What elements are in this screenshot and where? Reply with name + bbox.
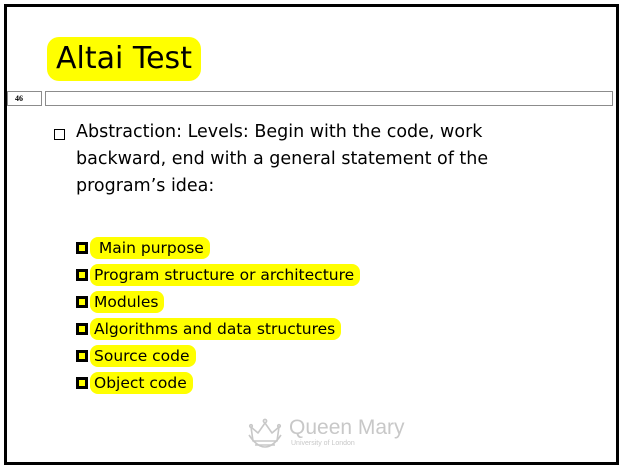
square-bullet-icon (76, 295, 88, 308)
list-item-label: Modules (90, 290, 165, 313)
list-item: Algorithms and data structures (76, 315, 360, 342)
square-bullet-icon (76, 322, 88, 335)
logo-name: Queen Mary (289, 416, 405, 439)
logo-text: Queen Mary University of London (289, 417, 405, 448)
page-number-box (7, 91, 42, 106)
list-item: Main purpose (76, 234, 360, 261)
slide-title: Altai Test (47, 37, 201, 81)
square-bullet-icon (76, 241, 88, 254)
list-item-label: Source code (90, 344, 196, 367)
page-number: 46 (15, 94, 23, 103)
square-bullet-icon (76, 376, 88, 389)
list-item-label: Main purpose (90, 236, 210, 259)
slide: Altai Test 46 Abstraction: Levels: Begin… (4, 4, 619, 465)
list-item-label: Object code (90, 371, 193, 394)
university-logo: Queen Mary University of London (247, 417, 405, 451)
list-item: Source code (76, 342, 360, 369)
main-bullet-icon (54, 129, 65, 140)
main-point: Abstraction: Levels: Begin with the code… (76, 122, 489, 196)
logo-subtitle: University of London (291, 440, 355, 447)
header-rule (45, 91, 613, 106)
list-item-label: Program structure or architecture (90, 263, 361, 286)
list-item: Program structure or architecture (76, 261, 361, 288)
sub-item-list: Main purpose Program structure or archit… (76, 234, 361, 396)
list-item: Object code (76, 369, 360, 396)
square-bullet-icon (76, 349, 88, 362)
crown-icon (248, 418, 282, 448)
list-item: Modules (76, 288, 360, 315)
list-item-label: Algorithms and data structures (90, 317, 342, 340)
square-bullet-icon (76, 268, 88, 281)
